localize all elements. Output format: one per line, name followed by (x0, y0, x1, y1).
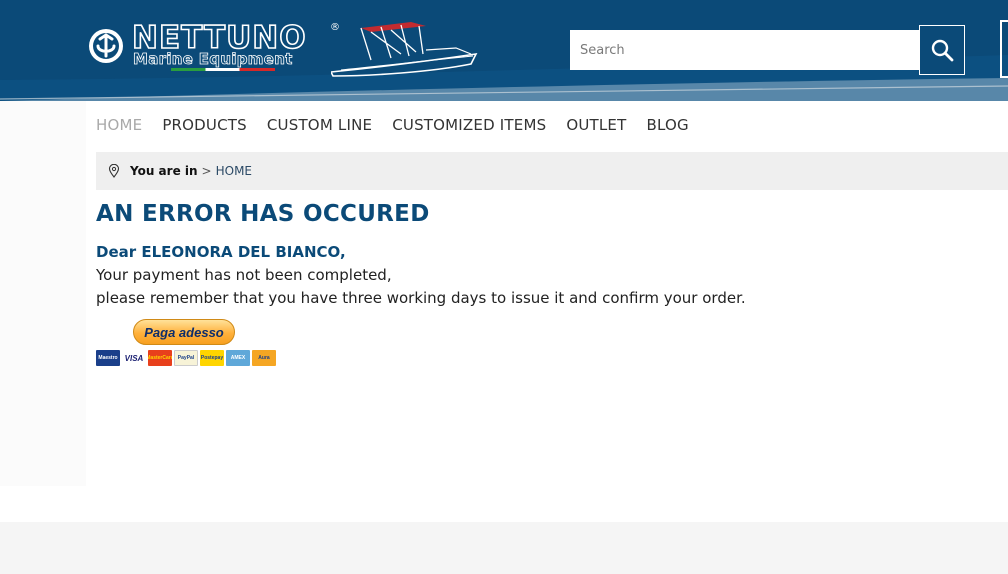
page-footer (0, 522, 1008, 574)
search-button[interactable] (919, 25, 965, 75)
site-header: NETTUNO ® Marine Equipment (0, 0, 1008, 101)
search-input[interactable] (570, 30, 919, 70)
paypal-card-icon: PayPal (174, 350, 198, 366)
nav-item-products[interactable]: PRODUCTS (162, 115, 247, 137)
visa-card-icon: VISA (122, 350, 146, 366)
mastercard-card-icon: MasterCard (148, 350, 172, 366)
italian-flag-stripe (171, 68, 275, 71)
maestro-card-icon: Maestro (96, 350, 120, 366)
map-pin-icon (108, 164, 120, 178)
aura-card-icon: Aura (252, 350, 276, 366)
greeting: Dear ELEONORA DEL BIANCO, (96, 243, 346, 261)
header-side-button[interactable] (1000, 20, 1008, 78)
brand-subtitle: Marine Equipment (133, 50, 293, 69)
breadcrumb-current[interactable]: HOME (216, 164, 252, 178)
breadcrumb-separator: > (201, 164, 212, 178)
nav-item-customized-items[interactable]: CUSTOMIZED ITEMS (392, 115, 546, 137)
breadcrumb: You are in > HOME (96, 152, 1008, 190)
nav-item-custom-line[interactable]: CUSTOM LINE (267, 115, 372, 137)
message-line-2: please remember that you have three work… (96, 289, 746, 307)
anchor-emblem-icon (89, 29, 123, 63)
nav-item-home[interactable]: HOME (96, 115, 142, 137)
breadcrumb-prefix: You are in (130, 164, 198, 178)
boat-illustration-icon (331, 22, 478, 77)
brand-logo[interactable]: NETTUNO ® Marine Equipment (86, 19, 486, 80)
left-gutter (0, 101, 86, 486)
nav-item-blog[interactable]: BLOG (646, 115, 688, 137)
page-title: AN ERROR HAS OCCURED (96, 201, 430, 227)
pay-now-button[interactable]: Paga adesso (133, 319, 235, 345)
postepay-card-icon: Postepay (200, 350, 224, 366)
search-icon (931, 39, 954, 62)
payment-cards: Maestro VISA MasterCard PayPal Postepay … (96, 350, 276, 366)
nav-item-outlet[interactable]: OUTLET (566, 115, 626, 137)
message-line-1: Your payment has not been completed, (96, 266, 392, 284)
main-nav: HOME PRODUCTS CUSTOM LINE CUSTOMIZED ITE… (96, 115, 709, 137)
main-content: HOME PRODUCTS CUSTOM LINE CUSTOMIZED ITE… (0, 101, 1008, 522)
amex-card-icon: AMEX (226, 350, 250, 366)
